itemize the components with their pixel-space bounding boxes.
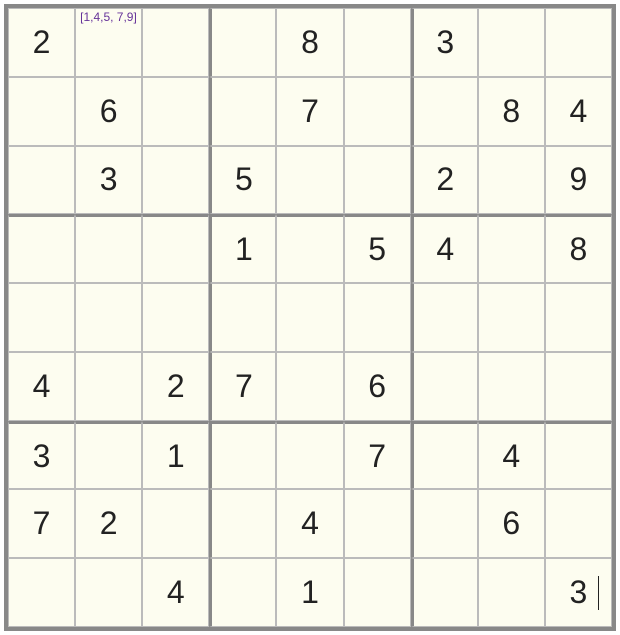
sudoku-cell-r4-c9[interactable]: 8 [545,214,612,283]
sudoku-cell-r6-c1[interactable]: 4 [8,352,75,421]
sudoku-cell-r4-c5[interactable] [276,214,343,283]
sudoku-cell-r6-c6[interactable]: 6 [344,352,411,421]
sudoku-cell-r7-c7[interactable] [411,421,478,490]
sudoku-cell-r5-c8[interactable] [478,283,545,352]
sudoku-cell-r1-c4[interactable] [209,8,276,77]
sudoku-cell-r8-c5[interactable]: 4 [276,489,343,558]
sudoku-cell-r6-c8[interactable] [478,352,545,421]
sudoku-cell-r2-c6[interactable] [344,77,411,146]
sudoku-cell-r6-c7[interactable] [411,352,478,421]
sudoku-cell-r5-c1[interactable] [8,283,75,352]
sudoku-cell-r5-c4[interactable] [209,283,276,352]
cell-candidates: [1,4,5, 7,9] [80,11,137,24]
sudoku-cell-r9-c4[interactable] [209,558,276,627]
sudoku-cell-r1-c5[interactable]: 8 [276,8,343,77]
sudoku-cell-r8-c7[interactable] [411,489,478,558]
sudoku-cell-r6-c3[interactable]: 2 [142,352,209,421]
sudoku-cell-r4-c7[interactable]: 4 [411,214,478,283]
sudoku-cell-r3-c6[interactable] [344,146,411,215]
sudoku-cell-r1-c6[interactable] [344,8,411,77]
sudoku-cell-r3-c2[interactable]: 3 [75,146,142,215]
sudoku-cell-r4-c6[interactable]: 5 [344,214,411,283]
sudoku-cell-r7-c6[interactable]: 7 [344,421,411,490]
sudoku-cell-r5-c9[interactable] [545,283,612,352]
sudoku-cell-r9-c1[interactable] [8,558,75,627]
sudoku-cell-r8-c1[interactable]: 7 [8,489,75,558]
sudoku-cell-r5-c2[interactable] [75,283,142,352]
sudoku-cell-r2-c5[interactable]: 7 [276,77,343,146]
sudoku-cell-r1-c1[interactable]: 2 [8,8,75,77]
sudoku-cell-r2-c9[interactable]: 4 [545,77,612,146]
sudoku-cell-r2-c1[interactable] [8,77,75,146]
sudoku-cell-r4-c3[interactable] [142,214,209,283]
sudoku-cell-r2-c3[interactable] [142,77,209,146]
sudoku-cell-r9-c3[interactable]: 4 [142,558,209,627]
sudoku-cell-r3-c8[interactable] [478,146,545,215]
sudoku-cell-r2-c7[interactable] [411,77,478,146]
sudoku-cell-r5-c3[interactable] [142,283,209,352]
sudoku-cell-r8-c6[interactable] [344,489,411,558]
sudoku-cell-r9-c6[interactable] [344,558,411,627]
sudoku-cell-r3-c5[interactable] [276,146,343,215]
sudoku-cell-r9-c5[interactable]: 1 [276,558,343,627]
sudoku-cell-r9-c2[interactable] [75,558,142,627]
sudoku-cell-r2-c4[interactable] [209,77,276,146]
sudoku-cell-r1-c9[interactable] [545,8,612,77]
sudoku-cell-r6-c4[interactable]: 7 [209,352,276,421]
sudoku-cell-r5-c7[interactable] [411,283,478,352]
sudoku-cell-r5-c5[interactable] [276,283,343,352]
sudoku-cell-r7-c3[interactable]: 1 [142,421,209,490]
sudoku-cell-r8-c3[interactable] [142,489,209,558]
sudoku-cell-r7-c9[interactable] [545,421,612,490]
sudoku-cell-r4-c4[interactable]: 1 [209,214,276,283]
sudoku-cell-r9-c9[interactable]: 3 [545,558,612,627]
sudoku-cell-r9-c8[interactable] [478,558,545,627]
sudoku-cell-r3-c4[interactable]: 5 [209,146,276,215]
sudoku-cell-r2-c2[interactable]: 6 [75,77,142,146]
sudoku-cell-r7-c5[interactable] [276,421,343,490]
sudoku-cell-r2-c8[interactable]: 8 [478,77,545,146]
sudoku-cell-r5-c6[interactable] [344,283,411,352]
sudoku-cell-r6-c9[interactable] [545,352,612,421]
sudoku-cell-r9-c7[interactable] [411,558,478,627]
sudoku-cell-r3-c1[interactable] [8,146,75,215]
sudoku-cell-r7-c4[interactable] [209,421,276,490]
sudoku-cell-r6-c2[interactable] [75,352,142,421]
sudoku-cell-r1-c8[interactable] [478,8,545,77]
sudoku-cell-r7-c8[interactable]: 4 [478,421,545,490]
sudoku-cell-r6-c5[interactable] [276,352,343,421]
sudoku-cell-r3-c7[interactable]: 2 [411,146,478,215]
sudoku-board: 2[1,4,5, 7,9]836784352915484276317472464… [4,4,616,631]
sudoku-cell-r8-c4[interactable] [209,489,276,558]
sudoku-cell-r3-c3[interactable] [142,146,209,215]
sudoku-cell-r4-c2[interactable] [75,214,142,283]
sudoku-cell-r8-c9[interactable] [545,489,612,558]
sudoku-cell-r3-c9[interactable]: 9 [545,146,612,215]
sudoku-cell-r4-c1[interactable] [8,214,75,283]
sudoku-cell-r1-c2[interactable]: [1,4,5, 7,9] [75,8,142,77]
sudoku-cell-r8-c8[interactable]: 6 [478,489,545,558]
sudoku-cell-r1-c7[interactable]: 3 [411,8,478,77]
sudoku-cell-r7-c1[interactable]: 3 [8,421,75,490]
sudoku-cell-r7-c2[interactable] [75,421,142,490]
sudoku-cell-r4-c8[interactable] [478,214,545,283]
sudoku-cell-r8-c2[interactable]: 2 [75,489,142,558]
sudoku-cell-r1-c3[interactable] [142,8,209,77]
